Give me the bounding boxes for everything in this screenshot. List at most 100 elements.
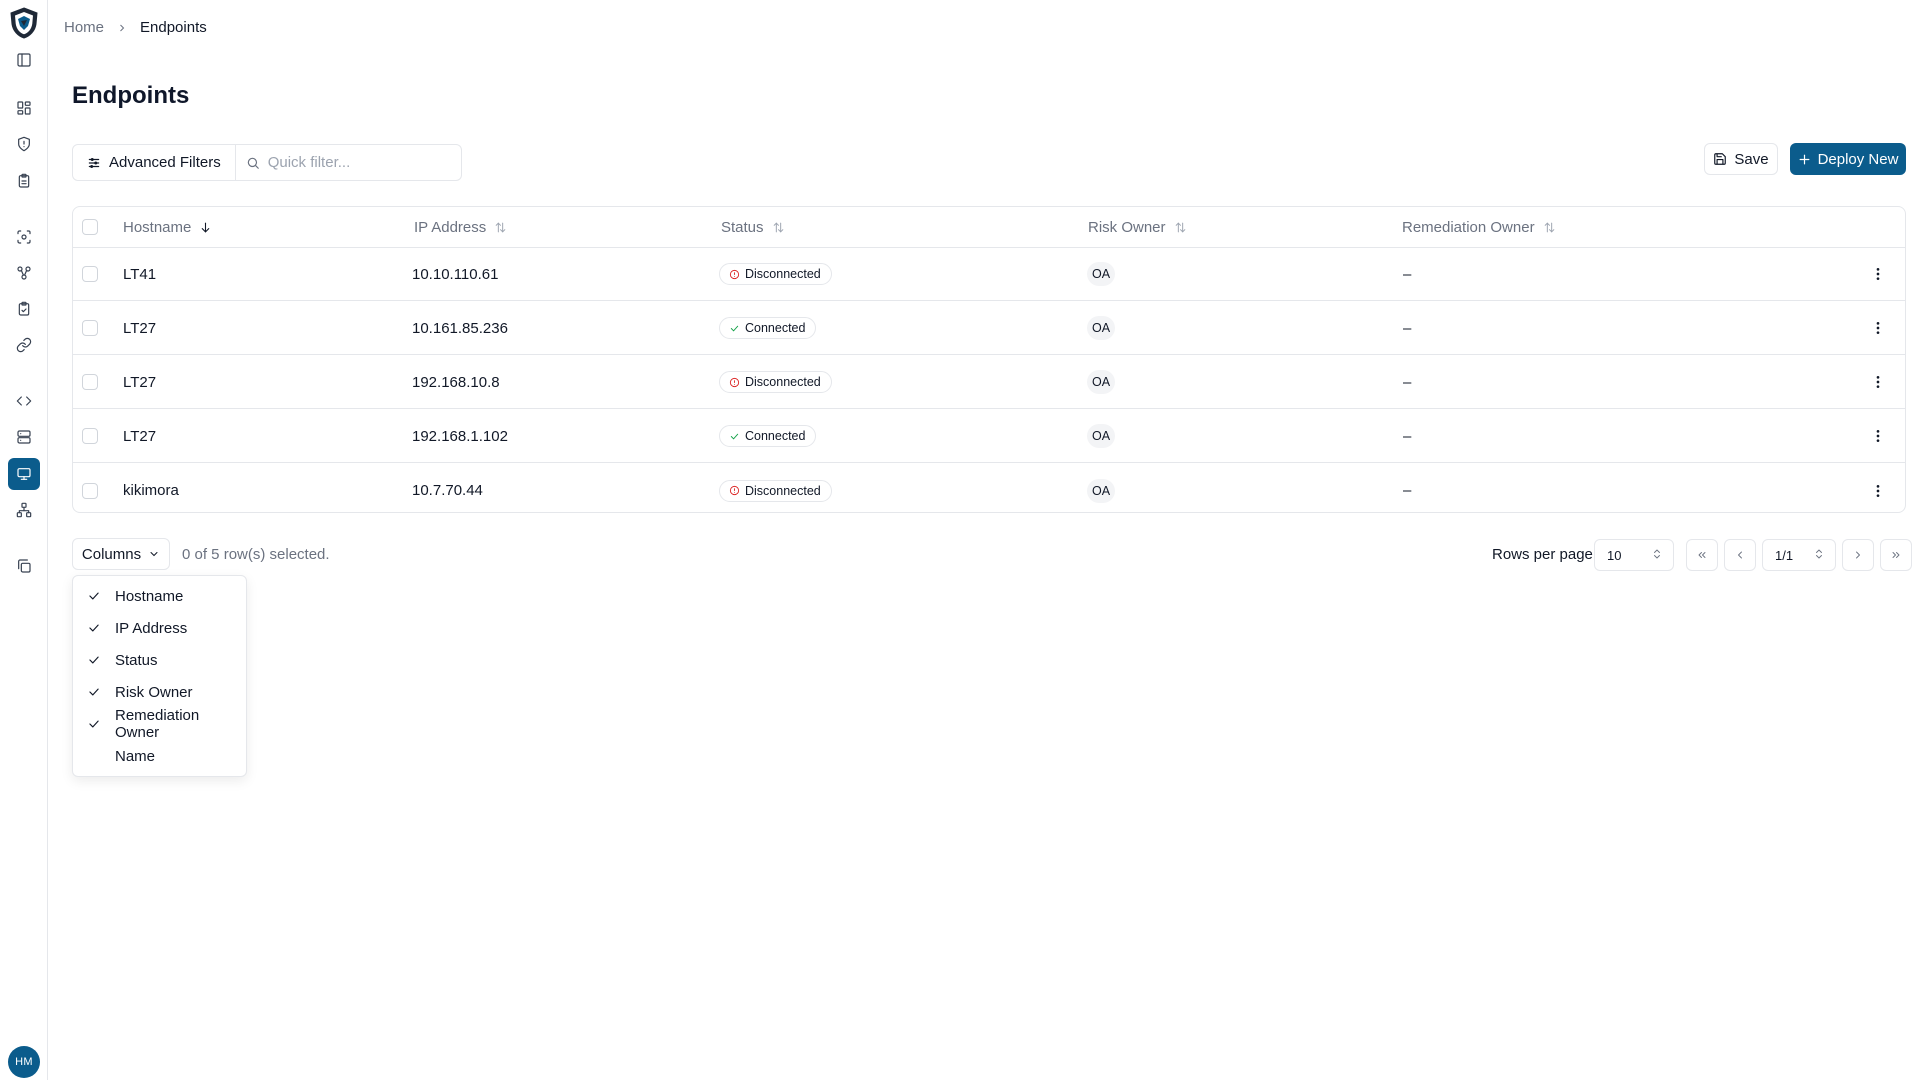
columns-menu-item-label: IP Address [115, 619, 188, 637]
check-icon [87, 717, 101, 731]
chevrons-right-icon [1892, 552, 1900, 558]
breadcrumb-home-link[interactable]: Home [64, 19, 104, 36]
quick-filter-input[interactable] [267, 154, 448, 171]
rows-per-page-select[interactable]: 10 [1594, 539, 1674, 571]
column-header-risk-owner[interactable]: Risk Owner [1088, 207, 1187, 247]
sort-icon [494, 221, 507, 234]
app-logo[interactable] [9, 7, 39, 39]
row-actions-icon[interactable] [1868, 481, 1888, 501]
copy-icon[interactable] [8, 550, 40, 582]
hostname-cell: LT27 [123, 427, 157, 445]
table-row[interactable]: LT27 192.168.10.8 Disconnected OA – [73, 356, 1905, 409]
columns-menu-item-label: Remediation Owner [115, 707, 200, 741]
sort-descending-icon [199, 221, 212, 234]
row-actions-icon[interactable] [1868, 372, 1888, 392]
server-icon[interactable] [8, 421, 40, 453]
advanced-filters-button[interactable]: Advanced Filters [73, 145, 236, 180]
selected-count: 0 of 5 row(s) selected. [182, 546, 330, 563]
row-actions-icon[interactable] [1868, 426, 1888, 446]
columns-button[interactable]: Columns [72, 538, 170, 570]
column-header-status[interactable]: Status [721, 207, 785, 247]
status-badge: Disconnected [719, 263, 832, 285]
search-icon [247, 157, 259, 169]
row-checkbox[interactable] [82, 374, 98, 390]
scan-icon[interactable] [8, 221, 40, 253]
column-header-ip-address[interactable]: IP Address [414, 207, 507, 247]
ip-address-cell: 10.10.110.61 [412, 265, 499, 283]
table-row[interactable]: LT27 10.161.85.236 Connected OA – [73, 302, 1905, 355]
dashboard-icon[interactable] [8, 92, 40, 124]
columns-menu-item-label: Hostname [115, 587, 184, 605]
code-icon[interactable] [8, 385, 40, 417]
table-row[interactable]: LT41 10.10.110.61 Disconnected OA – [73, 248, 1905, 301]
user-avatar[interactable]: HM [8, 1046, 40, 1078]
deploy-new-label: Deploy New [1817, 150, 1899, 168]
row-checkbox[interactable] [82, 266, 98, 282]
endpoints-table: Hostname IP Address Status Risk Owner Re… [72, 206, 1906, 513]
risk-owner-avatar: OA [1087, 370, 1115, 394]
columns-menu-item-ip-address[interactable]: IP Address [73, 612, 246, 644]
sidebar: HM [0, 0, 48, 1080]
column-header-label: Risk Owner [1088, 218, 1166, 236]
row-actions-icon[interactable] [1868, 318, 1888, 338]
monitor-icon[interactable] [8, 458, 40, 490]
next-page-button[interactable] [1842, 539, 1874, 571]
check-icon [87, 653, 101, 667]
nodes-icon[interactable] [8, 257, 40, 289]
columns-menu-item-remediation-owner[interactable]: Remediation Owner [73, 707, 246, 741]
table-row[interactable]: kikimora 10.7.70.44 Disconnected OA – [73, 464, 1905, 512]
row-actions-icon[interactable] [1868, 264, 1888, 284]
check-icon [87, 685, 101, 699]
link-icon[interactable] [8, 329, 40, 361]
row-checkbox[interactable] [82, 428, 98, 444]
clipboard-check-icon[interactable] [8, 293, 40, 325]
risk-owner-avatar: OA [1087, 424, 1115, 448]
remediation-owner-cell: – [1403, 373, 1412, 391]
previous-page-button[interactable] [1724, 539, 1756, 571]
column-header-label: Status [721, 218, 764, 236]
row-checkbox[interactable] [82, 320, 98, 336]
rows-per-page-label: Rows per page [1492, 546, 1593, 563]
save-button[interactable]: Save [1704, 143, 1778, 175]
chevron-right-icon [1856, 551, 1860, 559]
risk-owner-avatar: OA [1087, 478, 1115, 503]
chevrons-left-icon [1698, 552, 1706, 558]
columns-menu-item-hostname[interactable]: Hostname [73, 580, 246, 612]
quick-filter-field [236, 145, 461, 180]
columns-menu-item-risk-owner[interactable]: Risk Owner [73, 676, 246, 708]
remediation-owner-cell: – [1403, 265, 1412, 283]
table-header-row: Hostname IP Address Status Risk Owner Re… [73, 207, 1905, 248]
page-title: Endpoints [72, 82, 190, 109]
check-icon [730, 325, 739, 331]
select-all-checkbox[interactable] [82, 219, 98, 235]
columns-menu: Hostname IP Address Status Risk Owner Re… [72, 575, 247, 777]
columns-menu-item-status[interactable]: Status [73, 644, 246, 676]
rows-per-page-value: 10 [1607, 547, 1622, 563]
remediation-owner-cell: – [1403, 319, 1412, 337]
row-checkbox[interactable] [82, 482, 98, 499]
chevrons-up-down-icon [1813, 547, 1825, 564]
table-row[interactable]: LT27 192.168.1.102 Connected OA – [73, 410, 1905, 463]
page-select[interactable]: 1/1 [1762, 539, 1836, 571]
sort-icon [772, 221, 785, 234]
remediation-owner-cell: – [1403, 482, 1412, 499]
column-header-remediation-owner[interactable]: Remediation Owner [1402, 207, 1556, 247]
plus-icon [1799, 154, 1809, 164]
hostname-cell: LT41 [123, 265, 157, 283]
risk-owner-avatar: OA [1087, 316, 1115, 340]
status-badge: Disconnected [719, 371, 832, 393]
columns-menu-item-name[interactable]: Name [73, 740, 246, 772]
page-value: 1/1 [1775, 547, 1794, 563]
shield-icon[interactable] [8, 128, 40, 160]
deploy-new-button[interactable]: Deploy New [1790, 143, 1906, 175]
ip-address-cell: 10.161.85.236 [412, 319, 508, 337]
sidebar-toggle-icon[interactable] [8, 44, 40, 76]
column-header-hostname[interactable]: Hostname [123, 207, 212, 247]
clipboard-icon[interactable] [8, 165, 40, 197]
check-icon [730, 433, 739, 439]
hostname-cell: kikimora [123, 482, 179, 499]
last-page-button[interactable] [1880, 539, 1912, 571]
first-page-button[interactable] [1686, 539, 1718, 571]
network-icon[interactable] [8, 494, 40, 526]
column-header-label: Hostname [123, 218, 192, 236]
